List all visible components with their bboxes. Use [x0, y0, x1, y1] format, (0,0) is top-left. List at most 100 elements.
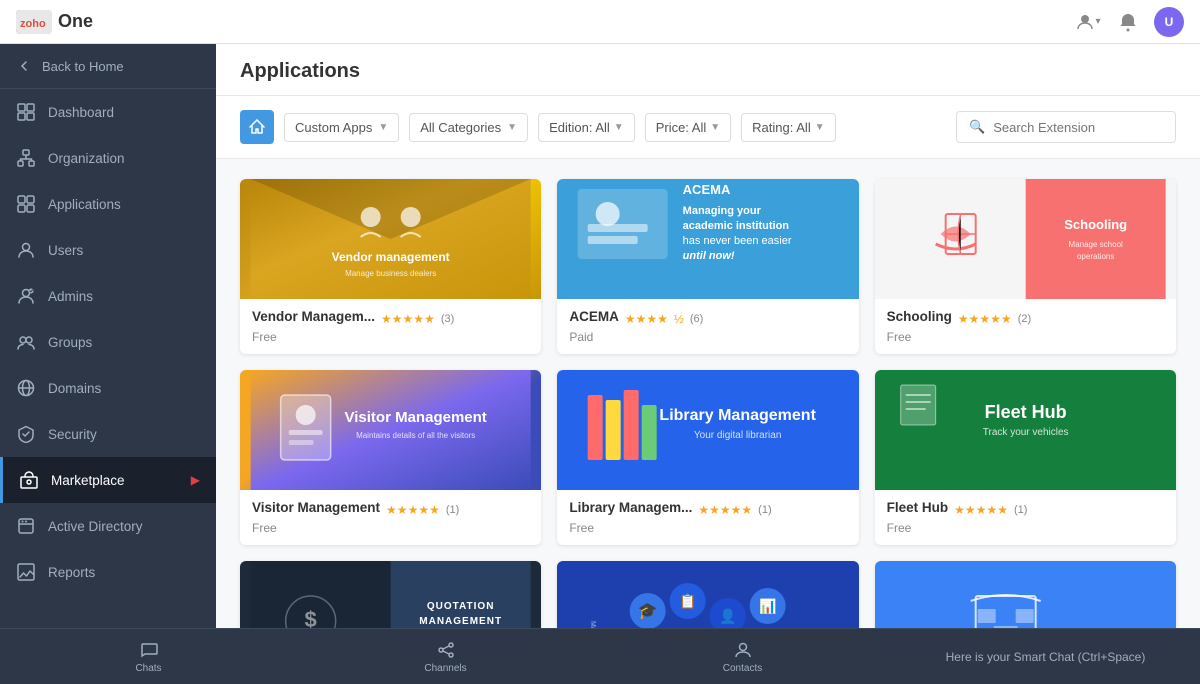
sidebar-item-users[interactable]: Users	[0, 227, 216, 273]
card-library-management[interactable]: Library Management Your digital libraria…	[557, 370, 858, 545]
sidebar-applications-label: Applications	[48, 197, 200, 212]
search-extension-input[interactable]	[993, 120, 1163, 135]
all-categories-arrow-icon: ▼	[507, 122, 517, 133]
groups-icon	[16, 332, 36, 352]
card-vendor-management[interactable]: Vendor management Manage business dealer…	[240, 179, 541, 354]
sidebar-item-active-directory[interactable]: Active Directory	[0, 503, 216, 549]
users-icon	[16, 240, 36, 260]
smart-chat-hint: Here is your Smart Chat (Ctrl+Space)	[891, 650, 1200, 664]
search-icon: 🔍	[969, 119, 985, 135]
applications-icon	[16, 194, 36, 214]
sidebar-item-reports[interactable]: Reports	[0, 549, 216, 595]
card-library-stars: ★★★★★	[698, 503, 752, 517]
all-categories-label: All Categories	[420, 120, 501, 135]
sidebar-item-dashboard[interactable]: Dashboard	[0, 89, 216, 135]
price-arrow-icon: ▼	[710, 122, 720, 133]
card-visitor-image: Visitor Management Maintains details of …	[240, 370, 541, 490]
chats-label: Chats	[135, 663, 161, 674]
card-schooling[interactable]: Schooling Manage school operations Schoo…	[875, 179, 1176, 354]
sidebar-item-organization[interactable]: Organization	[0, 135, 216, 181]
card-visitor-management[interactable]: Visitor Management Maintains details of …	[240, 370, 541, 545]
back-to-home-button[interactable]: Back to Home	[0, 44, 216, 89]
content-area: Applications Custom Apps ▼ All Categorie…	[216, 44, 1200, 628]
custom-apps-dropdown[interactable]: Custom Apps ▼	[284, 113, 399, 142]
card-quotation-image: $ QUOTATION MANAGEMENT Process quote req…	[240, 561, 541, 628]
contacts-label: Contacts	[723, 663, 762, 674]
sidebar-users-label: Users	[48, 243, 200, 258]
sidebar-item-groups[interactable]: Groups	[0, 319, 216, 365]
filters-bar: Custom Apps ▼ All Categories ▼ Edition: …	[216, 96, 1200, 159]
svg-text:🎓: 🎓	[638, 603, 658, 620]
edition-label: Edition: All	[549, 120, 610, 135]
svg-text:📋: 📋	[679, 593, 696, 610]
card-fleet-hub[interactable]: Fleet Hub Track your vehicles Fleet Hub …	[875, 370, 1176, 545]
smart-chat-text: Here is your Smart Chat (Ctrl+Space)	[946, 650, 1146, 664]
svg-text:$: $	[305, 607, 317, 628]
card-fleet-title: Fleet Hub	[887, 500, 949, 515]
sidebar-item-marketplace[interactable]: Marketplace ▶	[0, 457, 216, 503]
svg-text:operations: operations	[1077, 252, 1114, 261]
back-to-home-label: Back to Home	[42, 59, 124, 74]
card-library-title: Library Managem...	[569, 500, 692, 515]
marketplace-arrow-icon: ▶	[191, 473, 200, 487]
card-vendor-price: Free	[252, 330, 529, 344]
admins-icon	[16, 286, 36, 306]
custom-apps-label: Custom Apps	[295, 120, 372, 135]
card-schooling-image: Schooling Manage school operations	[875, 179, 1176, 299]
card-fleet-stars: ★★★★★	[954, 503, 1008, 517]
card-fleet-price: Free	[887, 521, 1164, 535]
sidebar-item-domains[interactable]: Domains	[0, 365, 216, 411]
notification-bell[interactable]	[1114, 8, 1142, 36]
card-schooling-info: Schooling ★★★★★ (2) Free	[875, 299, 1176, 354]
card-acema[interactable]: Managing your academic institution has n…	[557, 179, 858, 354]
topbar: zoho One ▾ U	[0, 0, 1200, 44]
rating-filter[interactable]: Rating: All ▼	[741, 113, 835, 142]
card-quotation-management[interactable]: $ QUOTATION MANAGEMENT Process quote req…	[240, 561, 541, 628]
card-vendor-stars: ★★★★★	[381, 312, 435, 326]
card-vendor-info: Vendor Managem... ★★★★★ (3) Free	[240, 299, 541, 354]
search-extension-box[interactable]: 🔍	[956, 111, 1176, 143]
card-library-meta: Library Managem... ★★★★★ (1)	[569, 500, 846, 519]
svg-text:zoho: zoho	[20, 18, 46, 30]
user-avatar[interactable]: U	[1154, 7, 1184, 37]
card-visitor-price: Free	[252, 521, 529, 535]
sidebar-item-security[interactable]: Security	[0, 411, 216, 457]
sidebar-item-applications[interactable]: Applications	[0, 181, 216, 227]
card-acema-count: (6)	[690, 313, 703, 325]
organization-icon	[16, 148, 36, 168]
app-title: One	[58, 11, 93, 32]
svg-text:📊: 📊	[759, 598, 776, 615]
home-filter-button[interactable]	[240, 110, 274, 144]
bottom-chats-button[interactable]: Chats	[0, 634, 297, 680]
price-label: Price: All	[656, 120, 707, 135]
bottom-channels-button[interactable]: Channels	[297, 634, 594, 680]
card-visitor-title: Visitor Management	[252, 500, 380, 515]
all-categories-dropdown[interactable]: All Categories ▼	[409, 113, 528, 142]
card-vendor-title: Vendor Managem...	[252, 309, 375, 324]
sidebar-reports-label: Reports	[48, 565, 200, 580]
card-fleet-meta: Fleet Hub ★★★★★ (1)	[887, 500, 1164, 519]
svg-text:Schooling: Schooling	[1064, 217, 1127, 232]
marketplace-icon	[19, 470, 39, 490]
card-fleet-count: (1)	[1014, 504, 1027, 516]
sidebar-domains-label: Domains	[48, 381, 200, 396]
dashboard-icon	[16, 102, 36, 122]
card-library-count: (1)	[758, 504, 771, 516]
card-franchise-management[interactable]: FRANCHISE MANAGEMENT Streamline network …	[875, 561, 1176, 628]
svg-text:Manage school: Manage school	[1068, 240, 1122, 249]
bottom-contacts-button[interactable]: Contacts	[594, 634, 891, 680]
card-higher-education[interactable]: Higher Education Management 🎓 📋 👤 📊 High…	[557, 561, 858, 628]
svg-text:MANAGEMENT: MANAGEMENT	[419, 616, 502, 627]
svg-text:academic institution: academic institution	[683, 220, 790, 232]
user-dropdown-button[interactable]: ▾	[1074, 8, 1102, 36]
card-visitor-count: (1)	[446, 504, 459, 516]
sidebar-item-admins[interactable]: Admins	[0, 273, 216, 319]
svg-text:Managing your: Managing your	[683, 205, 762, 217]
price-filter[interactable]: Price: All ▼	[645, 113, 731, 142]
card-visitor-stars: ★★★★★	[386, 503, 440, 517]
sidebar-marketplace-label: Marketplace	[51, 473, 179, 488]
svg-text:Visitor Management: Visitor Management	[345, 409, 487, 426]
edition-filter[interactable]: Edition: All ▼	[538, 113, 635, 142]
card-acema-title: ACEMA	[569, 309, 619, 324]
bottombar: Chats Channels Contacts Here is your Sma…	[0, 628, 1200, 684]
